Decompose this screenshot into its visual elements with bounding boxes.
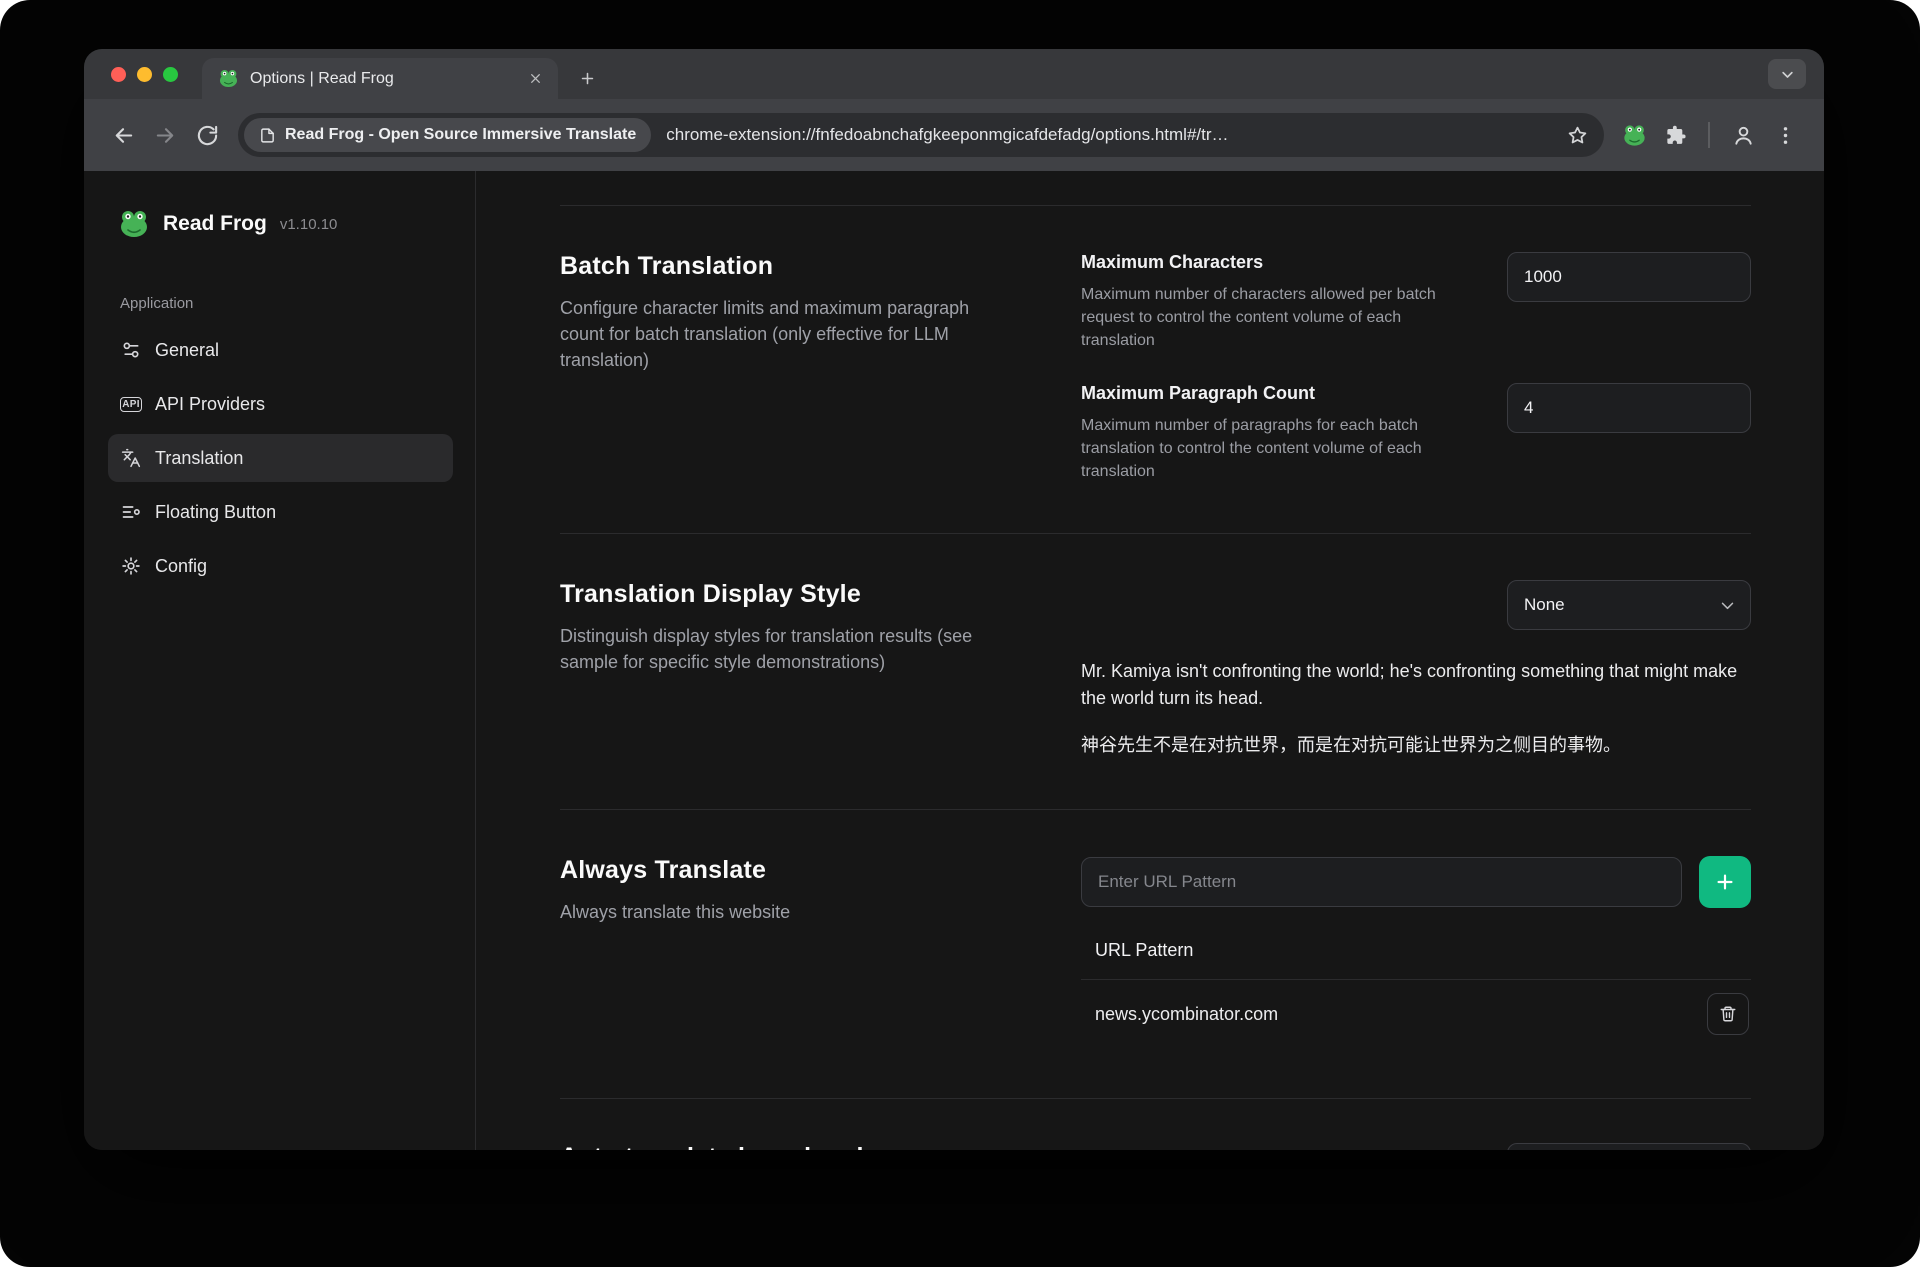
max-paragraph-input[interactable] <box>1507 383 1751 433</box>
frog-favicon-icon <box>218 68 239 89</box>
url-bar[interactable]: Read Frog - Open Source Immersive Transl… <box>238 113 1604 157</box>
bookmark-star-icon[interactable] <box>1560 118 1594 152</box>
extension-name-chip[interactable]: Read Frog - Open Source Immersive Transl… <box>244 118 651 152</box>
section-description: Configure character limits and maximum p… <box>560 295 992 373</box>
sidebar-item-floating-button[interactable]: Floating Button <box>108 488 453 536</box>
browser-menu-icon[interactable] <box>1764 114 1806 156</box>
section-controls: URL Pattern news.ycombinator.com <box>1081 856 1751 1048</box>
section-intro: Translation Display Style Distinguish di… <box>560 580 1081 759</box>
sliders-icon <box>121 340 141 360</box>
delete-url-button[interactable] <box>1707 993 1749 1035</box>
app-brand: Read Frog v1.10.10 <box>108 205 453 243</box>
language-select[interactable]: Select language <box>1507 1143 1751 1150</box>
section-intro: Auto translate based on language <box>560 1143 1081 1150</box>
max-characters-input[interactable] <box>1507 252 1751 302</box>
always-translate-section: Always Translate Always translate this w… <box>560 810 1751 1098</box>
max-characters-field: Maximum Characters Maximum number of cha… <box>1081 252 1751 353</box>
section-title: Batch Translation <box>560 252 1081 281</box>
field-text: Maximum Characters Maximum number of cha… <box>1081 252 1475 353</box>
max-paragraph-field: Maximum Paragraph Count Maximum number o… <box>1081 383 1751 484</box>
section-controls: None Mr. Kamiya isn't confronting the wo… <box>1081 580 1751 759</box>
add-url-button[interactable] <box>1699 856 1751 908</box>
section-title: Always Translate <box>560 856 1081 885</box>
section-controls: Select language <box>1081 1143 1751 1150</box>
field-description: Maximum number of paragraphs for each ba… <box>1081 414 1475 484</box>
url-text[interactable]: chrome-extension://fnfedoabnchafgkeeponm… <box>666 125 1560 145</box>
section-title: Translation Display Style <box>560 580 1081 609</box>
api-icon: API <box>121 394 141 414</box>
url-add-row <box>1081 856 1751 908</box>
toolbar-divider <box>1708 122 1710 148</box>
floating-button-icon <box>121 502 141 522</box>
url-pattern-input[interactable] <box>1081 857 1682 907</box>
tab-close-icon[interactable] <box>522 66 548 92</box>
sidebar-item-translation[interactable]: Translation <box>108 434 453 482</box>
sidebar-item-config[interactable]: Config <box>108 542 453 590</box>
read-frog-logo-icon <box>118 208 150 240</box>
read-frog-extension-icon[interactable] <box>1614 115 1654 155</box>
new-tab-button[interactable] <box>572 63 602 93</box>
section-title: Auto translate based on language <box>560 1143 1081 1150</box>
extension-chip-label: Read Frog - Open Source Immersive Transl… <box>285 126 636 144</box>
sidebar: Read Frog v1.10.10 Application General A… <box>84 171 476 1150</box>
sample-translation-text: 神谷先生不是在对抗世界，而是在对抗可能让世界为之侧目的事物。 <box>1081 732 1751 759</box>
field-description: Maximum number of characters allowed per… <box>1081 283 1475 353</box>
sidebar-item-label: Config <box>155 556 207 577</box>
browser-tab-active[interactable]: Options | Read Frog <box>202 58 558 99</box>
desktop-background: Options | Read Frog <box>0 0 1920 1267</box>
trash-icon <box>1719 1005 1737 1023</box>
settings-content: Batch Translation Configure character li… <box>476 171 1824 1150</box>
extension-chip-icon <box>259 127 276 144</box>
tab-strip: Options | Read Frog <box>84 49 1824 99</box>
section-intro: Batch Translation Configure character li… <box>560 252 1081 483</box>
extensions-puzzle-icon[interactable] <box>1654 114 1696 156</box>
sidebar-item-label: API Providers <box>155 394 265 415</box>
url-pattern-table: URL Pattern news.ycombinator.com <box>1081 934 1751 1048</box>
chevron-down-icon <box>1719 597 1736 614</box>
field-text: Maximum Paragraph Count Maximum number o… <box>1081 383 1475 484</box>
display-style-section: Translation Display Style Distinguish di… <box>560 534 1751 809</box>
window-controls <box>84 49 198 99</box>
app-name: Read Frog <box>163 212 267 236</box>
display-style-select[interactable]: None <box>1507 580 1751 630</box>
section-intro: Always Translate Always translate this w… <box>560 856 1081 1048</box>
browser-window: Options | Read Frog <box>84 49 1824 1150</box>
plus-icon <box>1714 871 1736 893</box>
sidebar-item-label: General <box>155 340 219 361</box>
browser-toolbar: Read Frog - Open Source Immersive Transl… <box>84 99 1824 171</box>
url-pattern-value: news.ycombinator.com <box>1095 1004 1278 1025</box>
close-window-button[interactable] <box>111 67 126 82</box>
batch-translation-section: Batch Translation Configure character li… <box>560 206 1751 533</box>
sidebar-item-label: Translation <box>155 448 243 469</box>
table-header: URL Pattern <box>1081 934 1751 979</box>
sidebar-item-label: Floating Button <box>155 502 276 523</box>
section-controls: Maximum Characters Maximum number of cha… <box>1081 252 1751 483</box>
gear-icon <box>121 556 141 576</box>
sidebar-section-label: Application <box>120 295 453 312</box>
back-button[interactable] <box>102 114 144 156</box>
select-value: None <box>1524 595 1565 615</box>
extension-options-page: Read Frog v1.10.10 Application General A… <box>84 171 1824 1150</box>
sidebar-item-general[interactable]: General <box>108 326 453 374</box>
reload-button[interactable] <box>186 114 228 156</box>
tab-title: Options | Read Frog <box>250 70 511 88</box>
profile-avatar-icon[interactable] <box>1722 114 1764 156</box>
minimize-window-button[interactable] <box>137 67 152 82</box>
forward-button[interactable] <box>144 114 186 156</box>
field-label: Maximum Paragraph Count <box>1081 383 1475 404</box>
sidebar-item-api-providers[interactable]: API API Providers <box>108 380 453 428</box>
table-row: news.ycombinator.com <box>1081 979 1751 1048</box>
section-description: Always translate this website <box>560 899 992 925</box>
tab-search-button[interactable] <box>1768 59 1806 89</box>
zoom-window-button[interactable] <box>163 67 178 82</box>
section-description: Distinguish display styles for translati… <box>560 623 992 675</box>
sample-original-text: Mr. Kamiya isn't confronting the world; … <box>1081 658 1741 712</box>
translate-icon <box>121 448 141 468</box>
field-label: Maximum Characters <box>1081 252 1475 273</box>
app-version: v1.10.10 <box>280 216 338 233</box>
auto-translate-section: Auto translate based on language Select … <box>560 1099 1751 1150</box>
